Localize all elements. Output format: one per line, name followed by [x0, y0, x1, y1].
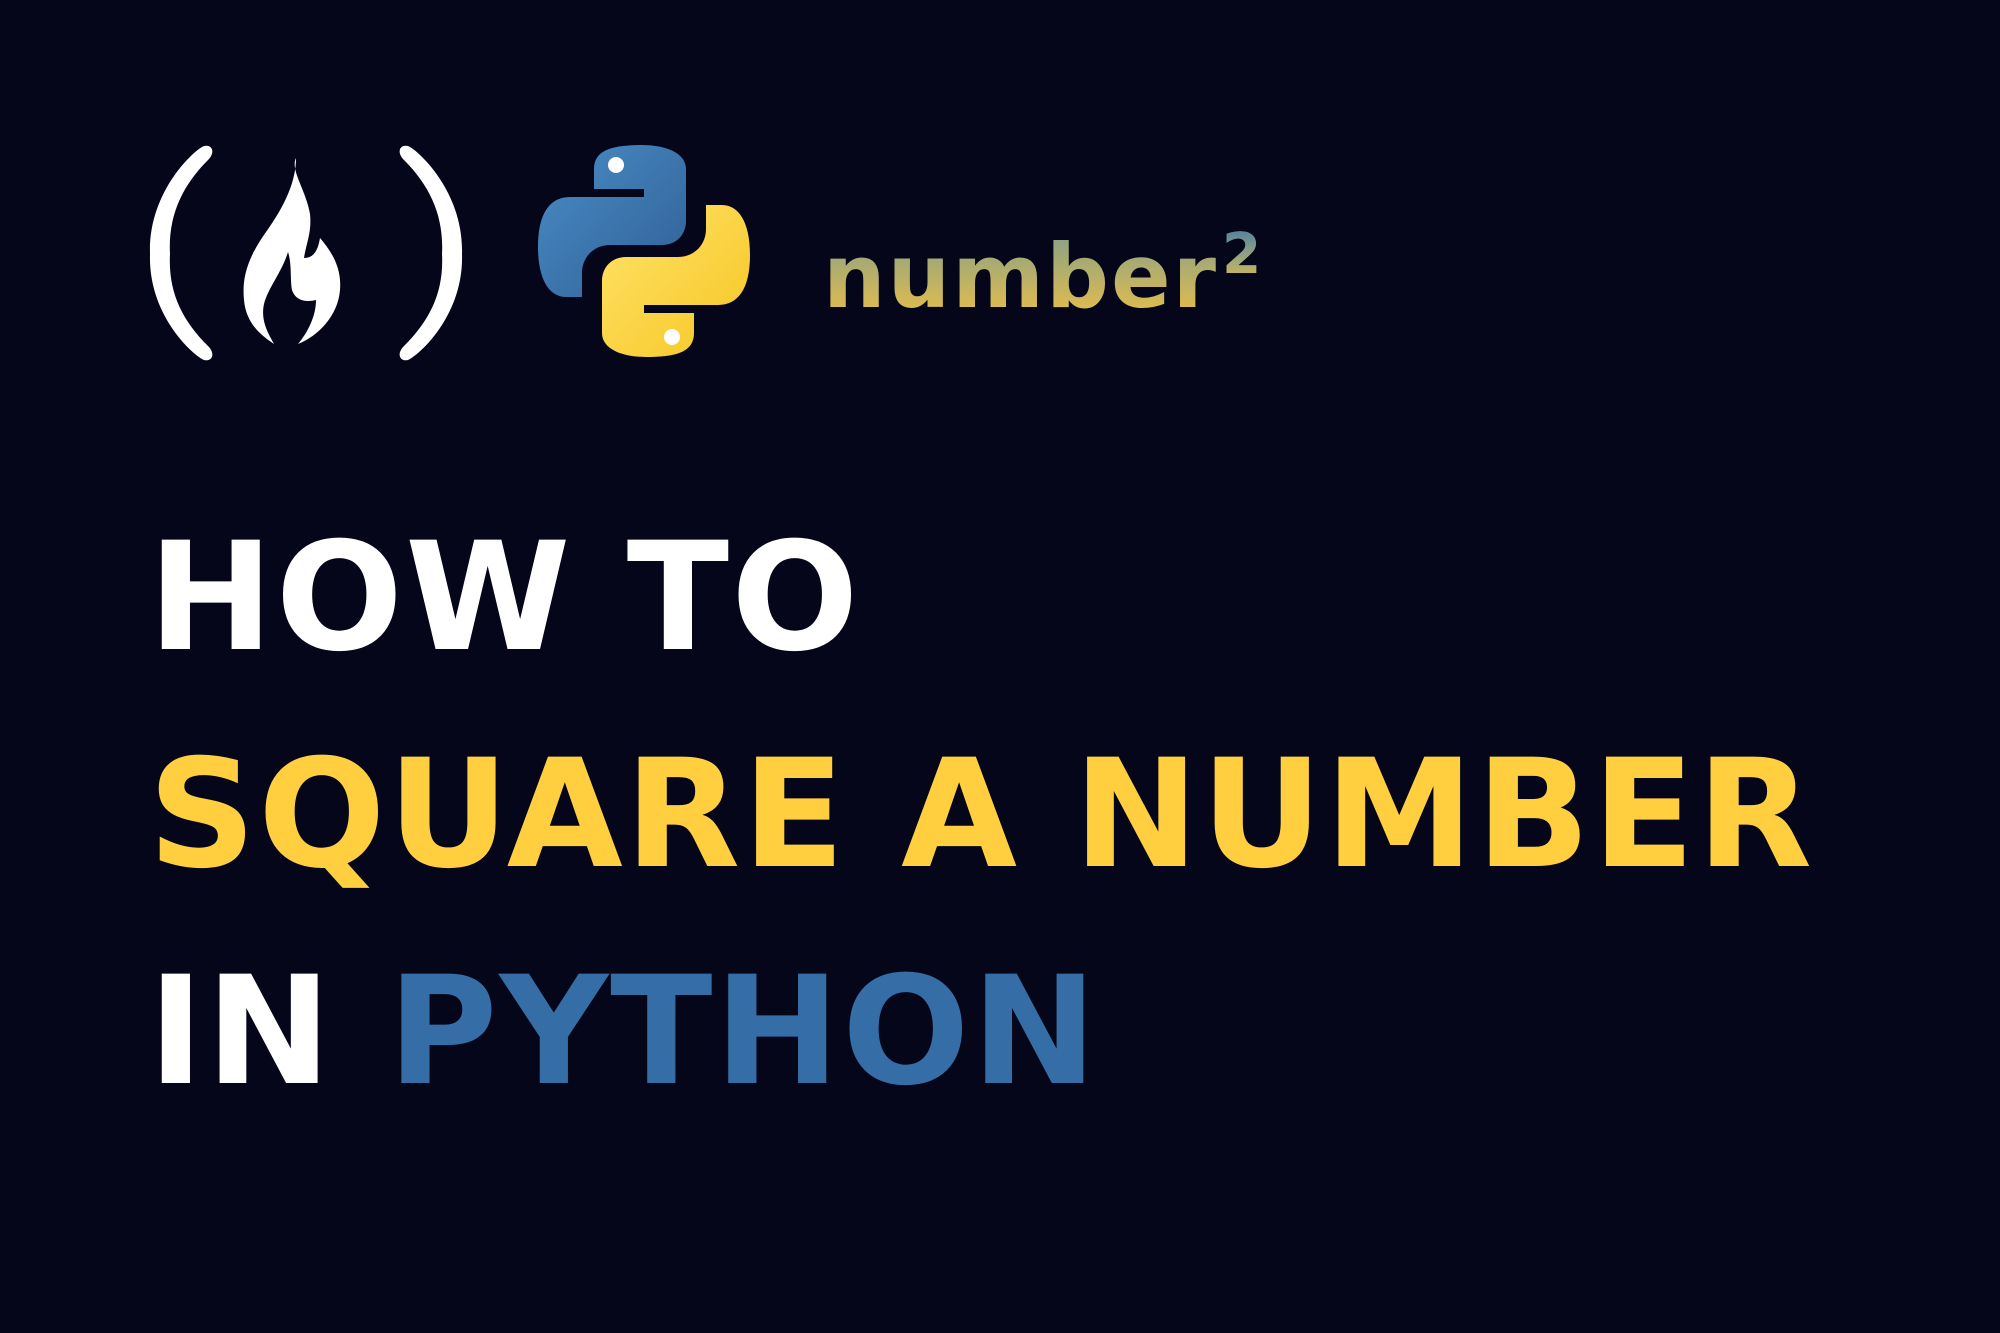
headline-word-in: IN — [148, 945, 334, 1119]
python-logo-icon — [538, 145, 750, 357]
headline-line-3: IN PYTHON — [148, 957, 1099, 1107]
thumbnail-page: number2 HOW TO SQUARE A NUMBER IN PYTHON — [0, 0, 2000, 1333]
flame-icon — [243, 158, 341, 344]
right-paren-icon — [399, 145, 463, 361]
number-squared-formula: number2 — [823, 195, 1343, 315]
headline-line-1: HOW TO — [148, 511, 861, 685]
logo-row: number2 — [0, 0, 2000, 400]
headline-line-2: SQUARE A NUMBER — [148, 728, 1815, 902]
formula-base: number — [823, 225, 1219, 328]
formula-exponent: 2 — [1222, 222, 1264, 287]
freecodecamp-flame-icon — [149, 145, 463, 361]
headline-word-python: PYTHON — [387, 945, 1100, 1119]
left-paren-icon — [149, 145, 213, 361]
